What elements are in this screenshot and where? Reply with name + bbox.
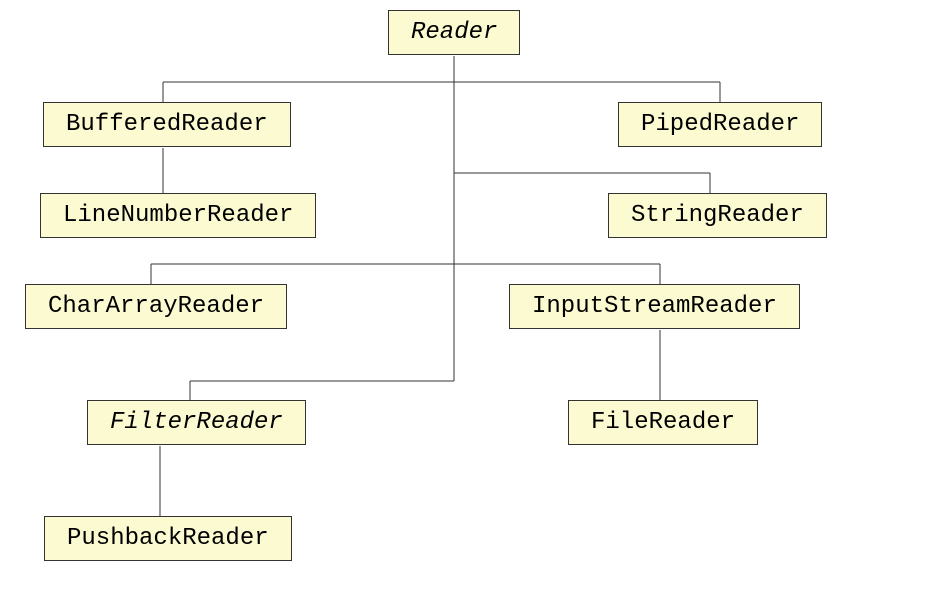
node-string-reader: StringReader bbox=[608, 193, 827, 238]
node-char-array-reader: CharArrayReader bbox=[25, 284, 287, 329]
node-input-stream-reader: InputStreamReader bbox=[509, 284, 800, 329]
node-pushback-reader: PushbackReader bbox=[44, 516, 292, 561]
node-filter-reader: FilterReader bbox=[87, 400, 306, 445]
node-file-reader: FileReader bbox=[568, 400, 758, 445]
node-piped-reader: PipedReader bbox=[618, 102, 822, 147]
node-reader: Reader bbox=[388, 10, 520, 55]
node-line-number-reader: LineNumberReader bbox=[40, 193, 316, 238]
node-buffered-reader: BufferedReader bbox=[43, 102, 291, 147]
